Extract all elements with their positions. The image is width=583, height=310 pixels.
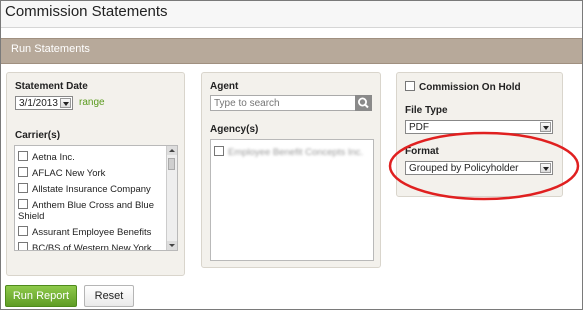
carrier-list[interactable]: Aetna Inc. AFLAC New York Allstate Insur…: [14, 145, 178, 251]
range-link[interactable]: range: [79, 97, 105, 108]
statement-date-value: 3/1/2013: [19, 98, 58, 109]
format-value: Grouped by Policyholder: [409, 163, 519, 174]
list-item[interactable]: Anthem Blue Cross and Blue Shield: [18, 199, 158, 222]
checkbox[interactable]: [214, 146, 224, 156]
carrier-item-label: Assurant Employee Benefits: [32, 227, 152, 238]
checkbox[interactable]: [18, 242, 28, 250]
list-item[interactable]: Allstate Insurance Company: [18, 183, 151, 195]
checkbox[interactable]: [405, 81, 415, 91]
commission-on-hold-label: Commission On Hold: [419, 82, 521, 93]
list-item[interactable]: Assurant Employee Benefits: [18, 226, 151, 238]
carrier-item-label: AFLAC New York: [32, 168, 106, 179]
carrier-scrollbar[interactable]: [166, 146, 177, 250]
checkbox[interactable]: [18, 226, 28, 236]
agent-search-input[interactable]: [210, 95, 356, 111]
agent-label: Agent: [210, 81, 239, 92]
scroll-down-icon[interactable]: [167, 241, 177, 250]
commission-on-hold-checkbox-row[interactable]: Commission On Hold: [405, 81, 521, 93]
checkbox[interactable]: [18, 167, 28, 177]
list-item[interactable]: Employee Benefit Concepts Inc.: [214, 146, 363, 158]
agency-label: Agency(s): [210, 124, 259, 135]
carrier-item-label: Allstate Insurance Company: [32, 184, 151, 195]
scroll-thumb[interactable]: [168, 158, 175, 170]
agency-item-label: Employee Benefit Concepts Inc.: [228, 147, 364, 158]
commission-statements-window: Commission Statements Run Statements Sta…: [0, 0, 583, 310]
chevron-down-icon[interactable]: [540, 163, 551, 173]
format-label: Format: [405, 146, 439, 157]
run-report-button[interactable]: Run Report: [5, 285, 77, 307]
checkbox[interactable]: [18, 151, 28, 161]
carrier-item-label: Aetna Inc.: [32, 152, 75, 163]
list-item[interactable]: AFLAC New York: [18, 167, 105, 179]
format-select[interactable]: Grouped by Policyholder: [405, 161, 553, 175]
chevron-down-icon[interactable]: [540, 122, 551, 132]
search-icon: [358, 97, 369, 109]
scroll-up-icon[interactable]: [167, 146, 177, 155]
checkbox[interactable]: [18, 183, 28, 193]
statement-date-select[interactable]: 3/1/2013: [15, 96, 73, 110]
section-header: Run Statements: [1, 38, 582, 64]
list-item[interactable]: Aetna Inc.: [18, 151, 75, 163]
window-title: Commission Statements: [5, 3, 168, 20]
carrier-item-label: BC/BS of Western New York: [32, 243, 152, 251]
chevron-down-icon[interactable]: [60, 98, 71, 108]
carrier-item-label: Anthem Blue Cross and Blue Shield: [18, 200, 154, 222]
carrier-label: Carrier(s): [15, 130, 61, 141]
checkbox[interactable]: [18, 199, 28, 209]
reset-button[interactable]: Reset: [84, 285, 134, 307]
agency-list[interactable]: Employee Benefit Concepts Inc.: [210, 139, 374, 261]
file-type-select[interactable]: PDF: [405, 120, 553, 134]
file-type-label: File Type: [405, 105, 448, 116]
file-type-value: PDF: [409, 122, 429, 133]
agent-search-button[interactable]: [355, 95, 372, 111]
title-bar: Commission Statements: [1, 1, 582, 28]
options-panel: Commission On Hold File Type PDF Format …: [396, 72, 563, 197]
section-title: Run Statements: [11, 43, 90, 55]
statement-panel: Statement Date 3/1/2013 range Carrier(s)…: [6, 72, 185, 276]
agent-panel: Agent Agency(s) Employee Benefit Concept…: [201, 72, 381, 268]
statement-date-label: Statement Date: [15, 81, 88, 92]
list-item[interactable]: BC/BS of Western New York: [18, 242, 152, 251]
